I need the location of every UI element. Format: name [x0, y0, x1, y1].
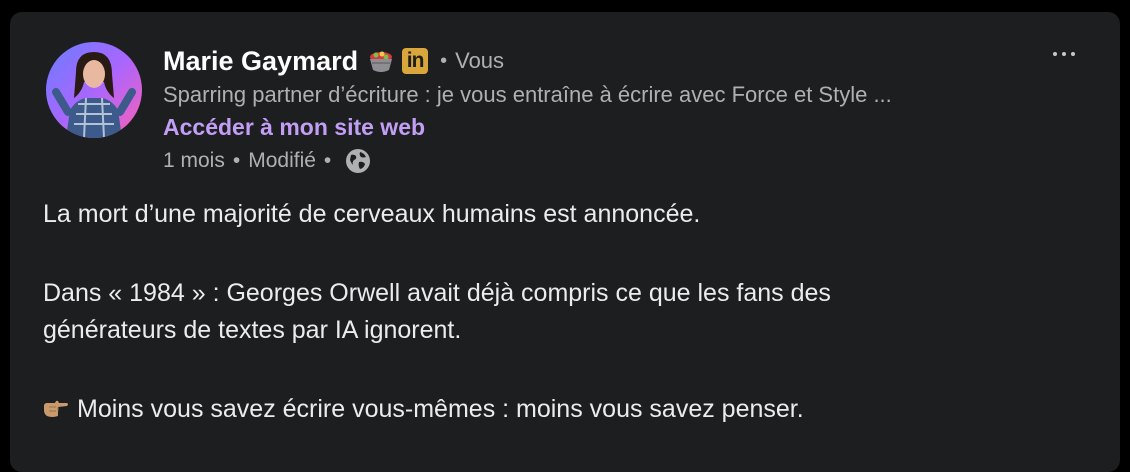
author-headline: Sparring partner d’écriture : je vous en… [163, 82, 892, 107]
post-body: La mort d’une majorité de cerveaux humai… [43, 196, 1103, 428]
more-options-button[interactable] [1044, 40, 1084, 68]
more-horizontal-icon [1053, 52, 1057, 56]
bowl-emoji-icon [370, 51, 393, 72]
post-line-with-icon: Moins vous savez écrire vous-mêmes : moi… [43, 391, 1103, 428]
avatar-portrait [52, 52, 136, 138]
relation-label: Vous [455, 48, 505, 73]
edited-label: Modifié [248, 149, 316, 172]
post-age[interactable]: 1 mois [163, 149, 225, 173]
avatar[interactable] [46, 42, 142, 138]
more-horizontal-icon [1062, 52, 1066, 56]
meta-separator: • [323, 149, 332, 172]
post-card: Marie Gaymard in • Vous Sparring partner… [10, 12, 1120, 472]
post-line-text: Moins vous savez écrire vous-mêmes : moi… [77, 395, 804, 423]
author-name[interactable]: Marie Gaymard [163, 46, 358, 77]
post-line: La mort d’une majorité de cerveaux humai… [43, 200, 701, 228]
post-meta: 1 mois • Modifié • [163, 146, 371, 176]
author-row: Marie Gaymard in • Vous [163, 44, 504, 78]
website-link[interactable]: Accéder à mon site web [163, 114, 425, 141]
relation-separator: • [440, 49, 448, 72]
linkedin-badge-icon: in [402, 48, 429, 74]
globe-icon [346, 149, 371, 173]
meta-separator: • [232, 149, 241, 172]
pointing-right-hand-icon [44, 400, 68, 417]
post-line: générateurs de textes par IA ignorent. [43, 316, 462, 344]
more-horizontal-icon [1071, 52, 1075, 56]
post-line: Dans « 1984 » : Georges Orwell avait déj… [43, 279, 831, 307]
